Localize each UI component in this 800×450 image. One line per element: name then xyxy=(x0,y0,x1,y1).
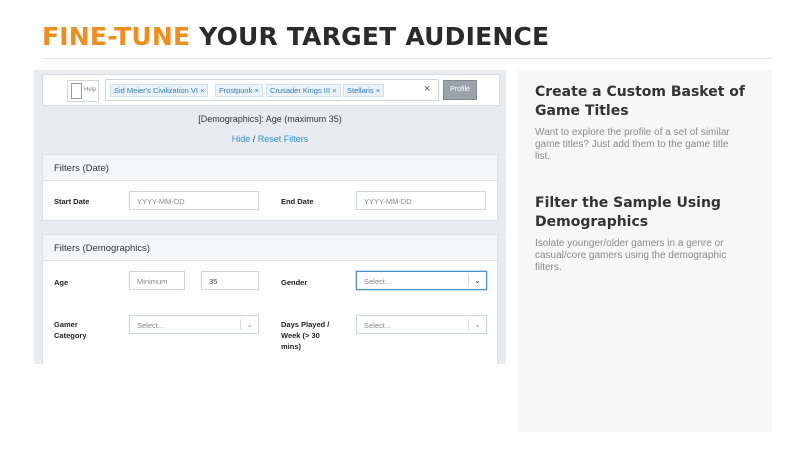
age-min-input[interactable]: Minimum xyxy=(129,271,185,290)
title-divider xyxy=(42,58,772,59)
custom-basket-description: Want to explore the profile of a set of … xyxy=(535,127,730,162)
custom-basket-heading: Create a Custom Basket of Game Titles xyxy=(535,84,746,119)
gender-select-placeholder: Select... xyxy=(364,277,392,286)
title-search-bar: Help Sid Meier's Civilization VI × Frost… xyxy=(42,74,500,106)
gamer-category-label: Gamer Category xyxy=(54,320,87,340)
hide-filters-link[interactable]: Hide xyxy=(232,134,251,144)
start-date-label: Start Date xyxy=(54,197,90,206)
game-title-input[interactable]: Sid Meier's Civilization VI × Frostpunk … xyxy=(105,79,439,101)
clear-icon[interactable]: × xyxy=(424,83,430,95)
help-checkbox[interactable] xyxy=(71,83,82,99)
tag-remove-icon[interactable]: × xyxy=(332,86,336,95)
chevron-down-icon[interactable]: ⌄ xyxy=(468,275,486,286)
chevron-down-icon[interactable]: ⌄ xyxy=(468,319,486,330)
app-screenshot: Help Sid Meier's Civilization VI × Frost… xyxy=(34,70,506,364)
age-max-input[interactable]: 35 xyxy=(201,271,259,290)
profile-button[interactable]: Profile xyxy=(443,80,477,100)
days-played-label: Days Played / Week (> 30 mins) xyxy=(281,320,330,351)
tag-civilization-vi[interactable]: Sid Meier's Civilization VI × xyxy=(110,84,209,97)
chevron-down-icon[interactable]: ⌄ xyxy=(240,319,258,330)
filter-links: Hide / Reset Filters xyxy=(231,134,309,144)
info-sidebar: Create a Custom Basket of Game Titles Wan… xyxy=(518,70,772,432)
demographic-filters-panel: Filters (Demographics) Age Minimum 35 Ge… xyxy=(42,234,498,364)
page-title-rest: YOUR TARGET AUDIENCE xyxy=(190,22,550,51)
date-filters-title: Filters (Date) xyxy=(43,155,497,181)
tag-remove-icon[interactable]: × xyxy=(200,86,204,95)
days-played-select[interactable]: Select... ⌄ xyxy=(356,315,487,334)
tag-frostpunk[interactable]: Frostpunk × xyxy=(215,84,263,97)
days-played-placeholder: Select... xyxy=(364,321,392,330)
tag-stellaris[interactable]: Stellaris × xyxy=(343,84,385,97)
end-date-label: End Date xyxy=(281,197,314,206)
demographic-filters-title: Filters (Demographics) xyxy=(43,235,497,261)
gamer-category-placeholder: Select... xyxy=(137,321,165,330)
demographics-heading: Filter the Sample Using Demographics xyxy=(535,195,721,230)
tag-remove-icon[interactable]: × xyxy=(254,86,258,95)
page-title-accent: FINE-TUNE xyxy=(42,22,191,51)
tag-crusader-kings-iii[interactable]: Crusader Kings III × xyxy=(266,84,341,97)
end-date-input[interactable]: YYYY-MM-DD xyxy=(356,191,486,210)
page-title: FINE-TUNE YOUR TARGET AUDIENCE xyxy=(42,22,549,51)
start-date-input[interactable]: YYYY-MM-DD xyxy=(129,191,259,210)
demographics-description: Isolate younger/older gamers in a genre … xyxy=(535,238,727,273)
age-label: Age xyxy=(54,278,69,287)
gender-select[interactable]: Select... ⌄ xyxy=(356,271,487,290)
active-filter-summary: [Demographics]: Age (maximum 35) xyxy=(198,114,342,124)
help-toggle[interactable]: Help xyxy=(67,80,99,102)
date-filters-panel: Filters (Date) Start Date YYYY-MM-DD End… xyxy=(42,154,498,221)
tag-remove-icon[interactable]: × xyxy=(376,86,380,95)
reset-filters-link[interactable]: Reset Filters xyxy=(258,134,309,144)
gender-label: Gender xyxy=(281,278,308,287)
help-label: Help xyxy=(84,87,97,93)
gamer-category-select[interactable]: Select... ⌄ xyxy=(129,315,259,334)
